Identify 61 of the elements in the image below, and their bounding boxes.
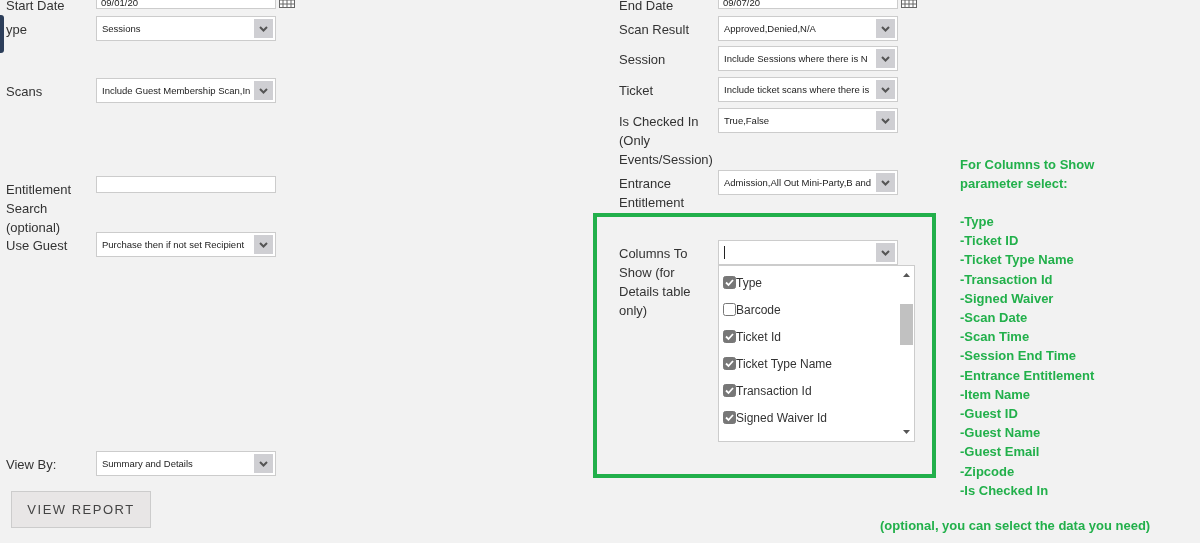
- column-name-text: -Ticket ID: [960, 232, 1020, 251]
- field-label: Columns To Show (for Details table only): [618, 245, 692, 320]
- field-label: View By:: [6, 456, 58, 474]
- field-label: ype: [6, 21, 28, 39]
- column-name-text: -Type: [960, 213, 995, 231]
- checkbox[interactable]: [723, 384, 736, 397]
- column-name-text: -Guest Name: [960, 424, 1042, 443]
- dropdown-field[interactable]: Include ticket scans where there is: [718, 77, 898, 102]
- option-label[interactable]: Transaction Id: [736, 383, 812, 398]
- dropdown-field[interactable]: Include Guest Membership Scan,In: [96, 78, 276, 103]
- column-name-text: -Item Name: [960, 385, 1032, 404]
- instruction-heading: For Columns to Show parameter select:: [960, 156, 1096, 193]
- column-name-text: -Ticket Type Name: [960, 251, 1075, 270]
- option-label[interactable]: Ticket Id: [736, 329, 781, 344]
- column-name-text: -Guest Email: [960, 443, 1041, 462]
- dropdown-field[interactable]: Summary and Details: [96, 451, 276, 476]
- dropdown-field[interactable]: Approved,Denied,N/A: [718, 16, 898, 41]
- multiselect-field[interactable]: [718, 240, 898, 265]
- option-label[interactable]: Signed Waiver Id: [736, 410, 827, 425]
- text-field[interactable]: [96, 176, 276, 193]
- option-label[interactable]: Barcode: [736, 302, 781, 317]
- field-label: Scan Result: [618, 21, 691, 39]
- view-report-button[interactable]: VIEW REPORT: [11, 491, 151, 528]
- dropdown-field[interactable]: Admission,All Out Mini-Party,B and: [718, 170, 898, 195]
- dropdown-field[interactable]: Sessions: [96, 16, 276, 41]
- column-name-text: -Signed Waiver: [960, 289, 1055, 308]
- checkbox[interactable]: [723, 303, 736, 316]
- checkbox[interactable]: [723, 330, 736, 343]
- text-cursor: [724, 246, 725, 259]
- column-name-text: -Transaction Id: [960, 270, 1054, 289]
- scroll-down-icon[interactable]: [903, 430, 910, 434]
- scroll-up-icon[interactable]: [903, 273, 910, 277]
- column-name-text: -Is Checked In: [960, 481, 1050, 500]
- dropdown-field[interactable]: Purchase then if not set Recipient: [96, 232, 276, 257]
- column-name-text: -Zipcode: [960, 462, 1016, 481]
- column-name-text: -Entrance Entitlement: [960, 366, 1096, 385]
- field-label: End Date: [618, 0, 675, 15]
- column-name-text: -Scan Date: [960, 309, 1029, 327]
- column-name-text: -Guest ID: [960, 405, 1019, 424]
- field-label: Entrance Entitlement: [618, 175, 686, 212]
- field-label: Scans: [6, 83, 44, 101]
- option-label[interactable]: Type: [736, 275, 762, 290]
- checkbox[interactable]: [723, 276, 736, 289]
- checkbox[interactable]: [723, 411, 736, 424]
- date-field[interactable]: 09/07/20: [718, 0, 898, 9]
- date-field[interactable]: 09/01/20: [96, 0, 276, 9]
- field-label: Session: [618, 51, 667, 69]
- field-label: Ticket: [618, 82, 655, 100]
- field-label: Use Guest: [6, 237, 69, 255]
- column-name-text: -Session End Time: [960, 347, 1078, 366]
- dropdown-field[interactable]: True,False: [718, 108, 898, 133]
- field-label: Entitlement Search (optional): [6, 181, 73, 237]
- scrollbar-thumb[interactable]: [900, 304, 913, 345]
- checkbox[interactable]: [723, 357, 736, 370]
- option-label[interactable]: Ticket Type Name: [736, 356, 833, 371]
- field-label: Is Checked In (Only Events/Session): [618, 113, 714, 169]
- dropdown-field[interactable]: Include Sessions where there is N: [718, 46, 898, 71]
- column-name-text: -Scan Time: [960, 328, 1031, 347]
- instruction-footer: (optional, you can select the data you need): [880, 518, 1151, 534]
- side-tab[interactable]: [0, 15, 4, 53]
- field-label: Start Date: [6, 0, 66, 15]
